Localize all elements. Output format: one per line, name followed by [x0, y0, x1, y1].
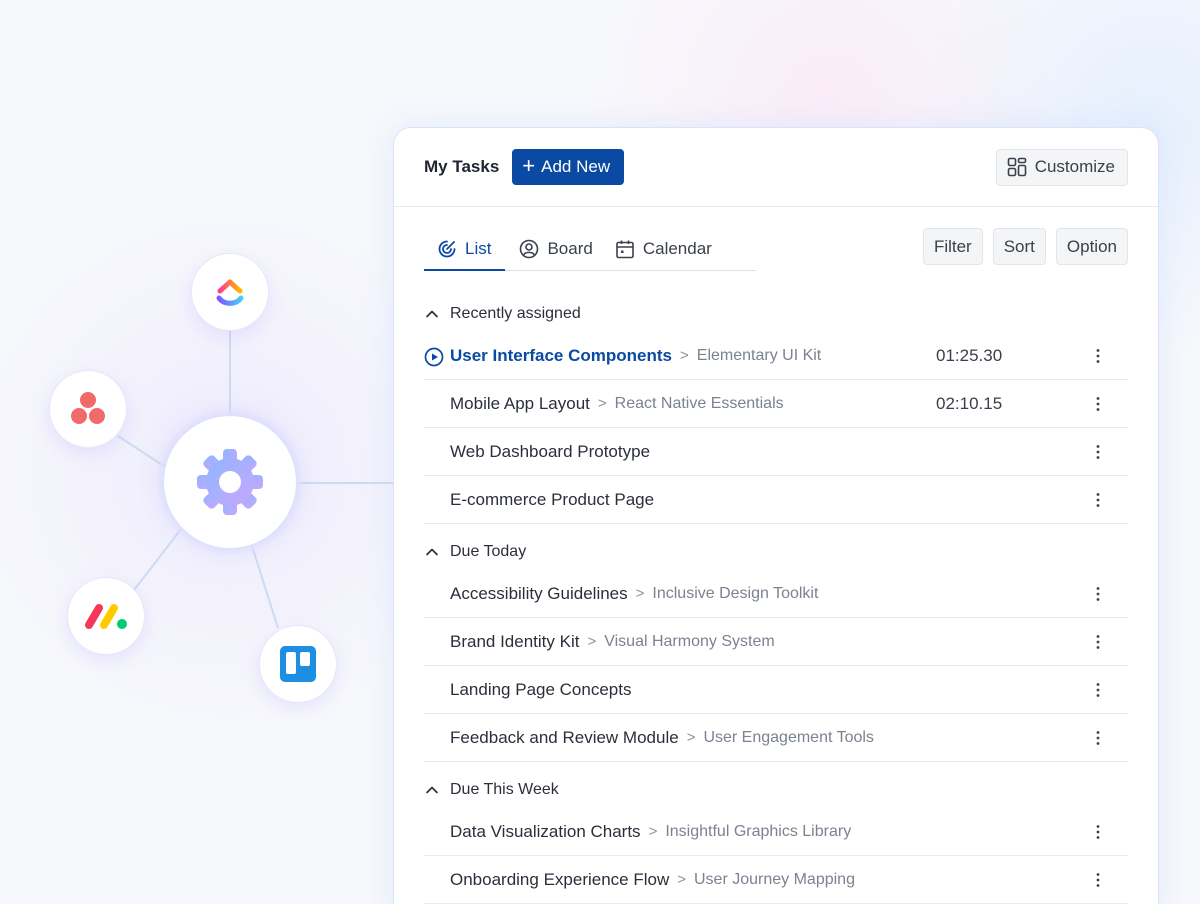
group-header-recently-assigned[interactable]: Recently assigned [424, 296, 1128, 332]
monday-node[interactable] [68, 578, 144, 654]
tab-board[interactable]: Board [511, 228, 604, 270]
sort-button[interactable]: Sort [992, 228, 1046, 265]
task-name[interactable]: Accessibility Guidelines [450, 584, 628, 604]
customize-button[interactable]: Customize [995, 148, 1128, 186]
my-tasks-panel: My Tasks + Add New Customize List Board … [393, 127, 1159, 904]
target-icon [438, 240, 456, 257]
task-project[interactable]: Inclusive Design Toolkit [652, 585, 818, 603]
panel-header: My Tasks + Add New Customize [394, 128, 1158, 207]
task-row[interactable]: Landing Page Concepts [424, 666, 1128, 714]
more-vertical-icon[interactable] [1088, 584, 1108, 604]
task-project[interactable]: Insightful Graphics Library [665, 823, 851, 841]
breadcrumb-separator: > [587, 633, 597, 650]
breadcrumb-separator: > [635, 585, 645, 602]
task-name[interactable]: Web Dashboard Prototype [450, 442, 650, 462]
breadcrumb-separator: > [680, 347, 689, 364]
breadcrumb-separator: > [597, 395, 607, 412]
add-new-label: Add New [541, 157, 611, 176]
integration-hub[interactable] [164, 416, 296, 548]
task-name[interactable]: Feedback and Review Module [450, 728, 679, 748]
group-header-due-this-week[interactable]: Due This Week [424, 772, 1128, 808]
breadcrumb-separator: > [677, 871, 686, 888]
more-vertical-icon[interactable] [1088, 870, 1108, 890]
task-project[interactable]: Elementary UI Kit [697, 347, 821, 365]
task-row[interactable]: Brand Identity Kit > Visual Harmony Syst… [424, 618, 1128, 666]
task-row[interactable]: Onboarding Experience Flow > User Journe… [424, 856, 1128, 904]
monday-logo [85, 604, 127, 629]
more-vertical-icon[interactable] [1088, 346, 1108, 366]
breadcrumb-separator: > [686, 729, 696, 746]
chevron-up-icon [426, 786, 438, 794]
group-title: Recently assigned [450, 305, 581, 322]
chevron-up-icon [426, 548, 438, 556]
filter-button[interactable]: Filter [922, 228, 983, 265]
task-name[interactable]: Brand Identity Kit [450, 632, 579, 652]
task-name[interactable]: Mobile App Layout [450, 394, 590, 414]
task-row[interactable]: Web Dashboard Prototype [424, 428, 1128, 476]
asana-logo [71, 392, 105, 424]
tab-board-label: Board [547, 239, 593, 258]
toolbar-actions: Filter Sort Option [922, 228, 1128, 265]
more-vertical-icon[interactable] [1088, 728, 1108, 748]
task-row[interactable]: E-commerce Product Page [424, 476, 1128, 524]
task-name[interactable]: Landing Page Concepts [450, 680, 631, 700]
task-name[interactable]: E-commerce Product Page [450, 490, 654, 510]
task-list: Recently assigned User Interface Compone… [394, 272, 1158, 904]
plus-icon: + [522, 153, 536, 178]
calendar-icon [616, 240, 634, 259]
more-vertical-icon[interactable] [1088, 442, 1108, 462]
group-title: Due This Week [450, 781, 559, 798]
more-vertical-icon[interactable] [1088, 490, 1108, 510]
play-icon[interactable] [424, 347, 444, 367]
task-project[interactable]: User Engagement Tools [703, 729, 873, 747]
task-row[interactable]: Accessibility Guidelines > Inclusive Des… [424, 570, 1128, 618]
task-timer: 02:10.15 [936, 393, 1003, 413]
add-new-button[interactable]: + Add New [512, 149, 625, 185]
view-toolbar: List Board Calendar Filter Sort Option [394, 228, 1158, 272]
breadcrumb-separator: > [648, 823, 658, 840]
task-name[interactable]: Onboarding Experience Flow [450, 870, 669, 890]
user-circle-icon [520, 239, 539, 259]
task-row[interactable]: Mobile App Layout > React Native Essenti… [424, 380, 1128, 428]
settings-gear-icon [197, 449, 263, 515]
more-vertical-icon[interactable] [1088, 822, 1108, 842]
page-title: My Tasks [424, 157, 500, 176]
task-project[interactable]: React Native Essentials [615, 395, 784, 413]
task-row[interactable]: Data Visualization Charts > Insightful G… [424, 808, 1128, 856]
option-button[interactable]: Option [1055, 228, 1128, 265]
tab-calendar[interactable]: Calendar [605, 228, 724, 270]
clickup-node[interactable] [192, 254, 268, 330]
tab-list[interactable]: List [424, 228, 506, 271]
grid-icon [1007, 157, 1026, 177]
more-vertical-icon[interactable] [1088, 680, 1108, 700]
clickup-logo [216, 279, 244, 306]
trello-node[interactable] [260, 626, 336, 702]
group-title: Due Today [450, 543, 527, 560]
customize-label: Customize [1034, 157, 1115, 176]
trello-logo [280, 646, 316, 682]
task-name[interactable]: Data Visualization Charts [450, 822, 641, 842]
more-vertical-icon[interactable] [1088, 632, 1108, 652]
tab-list-label: List [465, 238, 492, 258]
task-timer: 01:25.30 [936, 345, 1003, 365]
task-project[interactable]: Visual Harmony System [604, 633, 774, 651]
view-tabs: List Board Calendar [424, 228, 756, 271]
task-row[interactable]: User Interface Components > Elementary U… [424, 332, 1128, 380]
task-row[interactable]: Feedback and Review Module > User Engage… [424, 714, 1128, 762]
more-vertical-icon[interactable] [1088, 394, 1108, 414]
group-header-due-today[interactable]: Due Today [424, 534, 1128, 570]
asana-node[interactable] [50, 371, 126, 447]
tab-calendar-label: Calendar [642, 239, 712, 258]
chevron-up-icon [426, 310, 438, 318]
task-name[interactable]: User Interface Components [450, 346, 672, 366]
task-project[interactable]: User Journey Mapping [694, 871, 855, 889]
